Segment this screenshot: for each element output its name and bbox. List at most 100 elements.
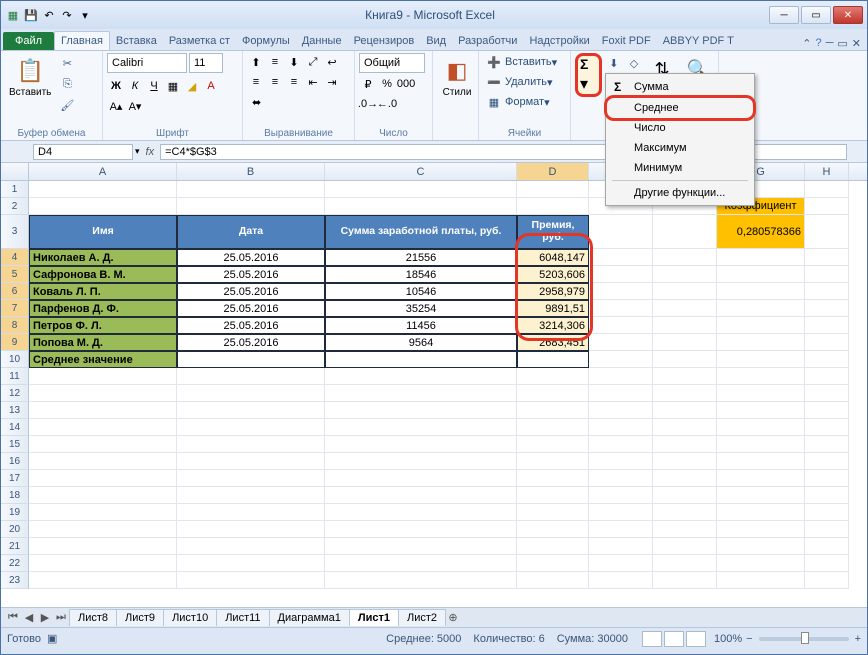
cell[interactable] (589, 266, 653, 283)
save-icon[interactable]: 💾 (23, 7, 39, 23)
cell[interactable]: Сумма заработной платы, руб. (325, 215, 517, 249)
sheet-nav-last[interactable]: ⏭ (53, 611, 69, 624)
cell[interactable] (589, 249, 653, 266)
cell[interactable]: 9891,51 (517, 300, 589, 317)
cell[interactable] (717, 453, 805, 470)
cell[interactable]: Среднее значение (29, 351, 177, 368)
cell[interactable] (589, 334, 653, 351)
tab-foxit[interactable]: Foxit PDF (596, 32, 657, 50)
number-format-combo[interactable]: Общий (359, 53, 425, 73)
row-header[interactable]: 14 (1, 419, 29, 436)
cell[interactable]: 3214,306 (517, 317, 589, 334)
row-header[interactable]: 2 (1, 198, 29, 215)
cell[interactable] (589, 470, 653, 487)
workbook-restore-icon[interactable]: ▭ (837, 37, 847, 50)
col-header-H[interactable]: H (805, 163, 849, 180)
cell[interactable] (325, 521, 517, 538)
cell[interactable] (717, 555, 805, 572)
row-header[interactable]: 10 (1, 351, 29, 368)
cell[interactable] (325, 198, 517, 215)
col-header-A[interactable]: A (29, 163, 177, 180)
row-header[interactable]: 1 (1, 181, 29, 198)
increase-decimal-icon[interactable]: .0→ (359, 95, 377, 113)
cell[interactable] (805, 334, 849, 351)
cell[interactable] (517, 368, 589, 385)
cell[interactable] (805, 300, 849, 317)
cell[interactable] (517, 572, 589, 589)
bold-button[interactable]: Ж (107, 77, 125, 95)
row-header[interactable]: 22 (1, 555, 29, 572)
worksheet-grid[interactable]: A B C D E F G H 12Коэффициент3ИмяДатаСум… (1, 163, 867, 607)
cell[interactable] (589, 402, 653, 419)
sheet-tab[interactable]: Лист10 (163, 609, 217, 626)
cell[interactable] (517, 555, 589, 572)
zoom-out-button[interactable]: − (746, 633, 752, 645)
cell[interactable] (325, 436, 517, 453)
cell[interactable] (177, 368, 325, 385)
sheet-tab[interactable]: Лист2 (398, 609, 446, 626)
maximize-button[interactable]: ▭ (801, 6, 831, 24)
cell[interactable] (325, 470, 517, 487)
cell[interactable]: 0,280578366 (717, 215, 805, 249)
cell[interactable]: 5203,606 (517, 266, 589, 283)
cell[interactable] (589, 504, 653, 521)
redo-icon[interactable]: ↷ (59, 7, 75, 23)
paste-button[interactable]: 📋 Вставить (5, 53, 55, 100)
align-middle-icon[interactable]: ≡ (266, 53, 284, 71)
border-button[interactable]: ▦ (164, 77, 182, 95)
cell[interactable]: 25.05.2016 (177, 317, 325, 334)
styles-button[interactable]: ◧ Стили (437, 53, 477, 100)
cell[interactable] (653, 385, 717, 402)
cell[interactable] (805, 215, 849, 249)
cell[interactable] (325, 487, 517, 504)
autosum-sum[interactable]: ΣСумма (608, 76, 752, 98)
cell[interactable] (589, 351, 653, 368)
cell[interactable] (805, 572, 849, 589)
cell[interactable]: 2958,979 (517, 283, 589, 300)
wrap-text-icon[interactable]: ↩ (323, 53, 341, 71)
autosum-max[interactable]: Максимум (608, 138, 752, 158)
cell[interactable] (325, 368, 517, 385)
cell[interactable] (517, 470, 589, 487)
cell[interactable] (29, 402, 177, 419)
cell[interactable] (177, 436, 325, 453)
cell[interactable] (589, 436, 653, 453)
cell[interactable] (177, 555, 325, 572)
tab-abbyy[interactable]: ABBYY PDF T (657, 32, 740, 50)
decrease-indent-icon[interactable]: ⇤ (304, 73, 322, 91)
cell[interactable] (517, 521, 589, 538)
qat-customize-icon[interactable]: ▾ (77, 7, 93, 23)
row-header[interactable]: 7 (1, 300, 29, 317)
undo-icon[interactable]: ↶ (41, 7, 57, 23)
cell[interactable] (805, 317, 849, 334)
tab-formulas[interactable]: Формулы (236, 32, 296, 50)
cell[interactable] (805, 181, 849, 198)
cell[interactable] (805, 436, 849, 453)
cell[interactable] (717, 470, 805, 487)
minimize-button[interactable]: ─ (769, 6, 799, 24)
cell[interactable] (653, 572, 717, 589)
cell[interactable] (325, 504, 517, 521)
cell[interactable] (717, 402, 805, 419)
cell[interactable] (517, 453, 589, 470)
row-header[interactable]: 20 (1, 521, 29, 538)
autosum-more[interactable]: Другие функции... (608, 183, 752, 203)
cell[interactable] (589, 572, 653, 589)
view-layout-button[interactable] (664, 631, 684, 647)
cell[interactable] (805, 504, 849, 521)
cell[interactable] (177, 351, 325, 368)
row-header[interactable]: 21 (1, 538, 29, 555)
cell[interactable] (517, 402, 589, 419)
cell[interactable] (325, 351, 517, 368)
row-header[interactable]: 17 (1, 470, 29, 487)
cell[interactable] (717, 487, 805, 504)
cell[interactable]: 18546 (325, 266, 517, 283)
cell[interactable] (177, 402, 325, 419)
cell[interactable]: 11456 (325, 317, 517, 334)
copy-icon[interactable]: ⎘ (57, 74, 77, 94)
cell[interactable] (517, 419, 589, 436)
row-header[interactable]: 11 (1, 368, 29, 385)
cell[interactable] (589, 521, 653, 538)
cell[interactable] (177, 419, 325, 436)
cell[interactable] (717, 249, 805, 266)
